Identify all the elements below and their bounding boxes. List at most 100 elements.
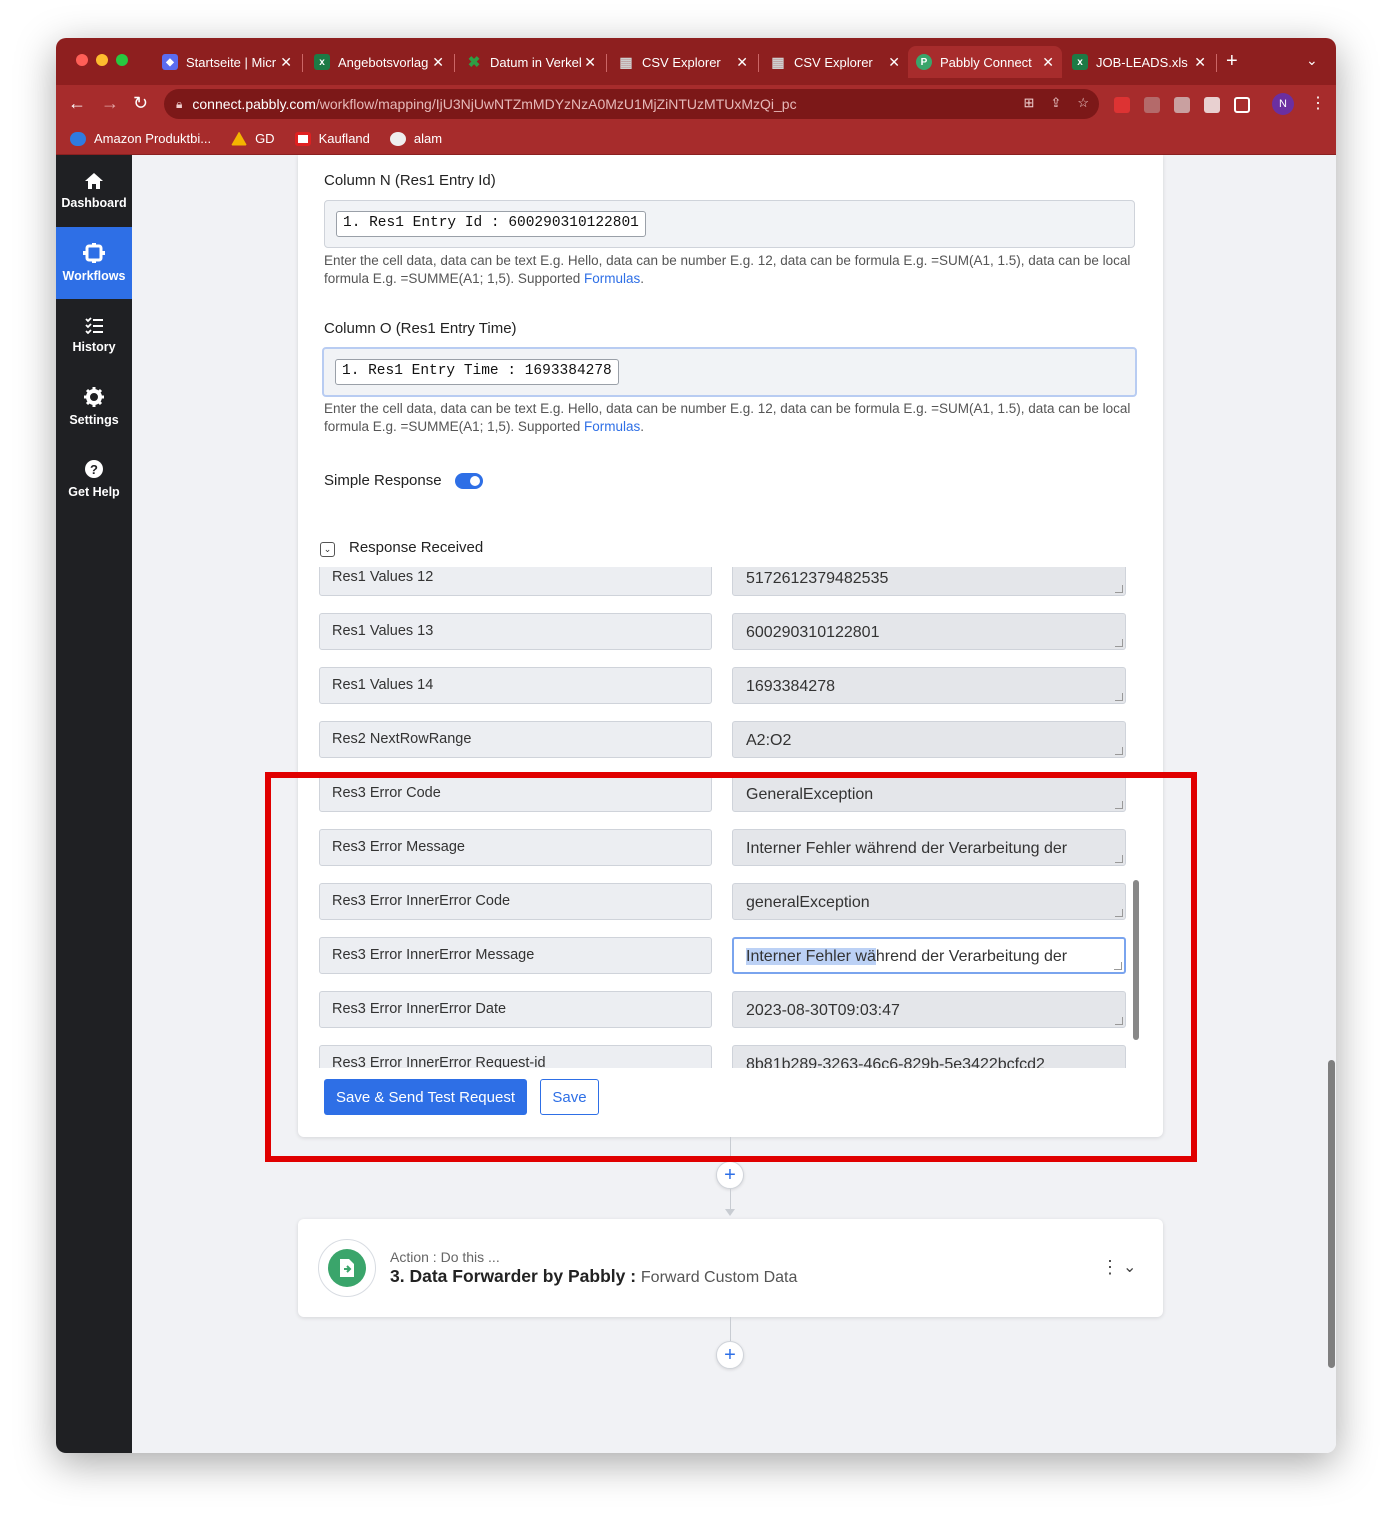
response-scrollbar[interactable] [1133, 880, 1139, 1040]
browser-menu-icon[interactable]: ⋮ [1310, 93, 1326, 113]
response-row: Res3 Error InnerError Request-id 8b81b28… [318, 1045, 1144, 1068]
sidebar-item-history[interactable]: History [56, 299, 132, 371]
bookmark-amazon[interactable]: Amazon Produktbi... [70, 131, 211, 146]
response-value[interactable]: GeneralException [732, 775, 1126, 812]
column-n-token[interactable]: 1. Res1 Entry Id : 600290310122801 [336, 211, 646, 237]
more-options-icon[interactable]: ⋮ [1101, 1257, 1119, 1278]
copilot-icon: ◆ [162, 54, 178, 70]
response-key: Res1 Values 14 [319, 667, 712, 704]
chevron-down-icon[interactable]: ⌄ [1123, 1257, 1136, 1277]
tab-search-chevron-icon[interactable]: ⌄ [1306, 52, 1318, 69]
page-scrollbar[interactable] [1328, 1060, 1335, 1368]
profile-avatar[interactable]: N [1272, 93, 1294, 115]
column-o-label: Column O (Res1 Entry Time) [324, 320, 517, 337]
tab-close-icon[interactable]: ✕ [736, 54, 748, 71]
bookmark-gd[interactable]: GD [231, 131, 275, 146]
response-value[interactable]: Interner Fehler während der Verarbeitung… [732, 829, 1126, 866]
forward-arrow-icon[interactable]: → [101, 93, 119, 114]
response-value[interactable]: 2023-08-30T09:03:47 [732, 991, 1126, 1028]
save-button[interactable]: Save [540, 1079, 599, 1115]
workflow-icon [83, 243, 105, 263]
address-bar[interactable]: 🔒︎ connect.pabbly.com/workflow/mapping/I… [164, 89, 1099, 119]
pabbly-icon: P [916, 54, 932, 70]
response-value[interactable]: 600290310122801 [732, 613, 1126, 650]
tab-close-icon[interactable]: ✕ [584, 54, 596, 71]
bookmark-kaufland[interactable]: Kaufland [294, 131, 370, 146]
tab-pabbly-connect[interactable]: P Pabbly Connect ✕ [908, 46, 1062, 78]
add-step-button[interactable]: + [716, 1161, 744, 1189]
help-icon: ? [85, 460, 103, 478]
response-value[interactable]: generalException [732, 883, 1126, 920]
response-fields[interactable]: Res1 Values 12 5172612379482535 Res1 Val… [318, 567, 1144, 1068]
puzzle-extensions-icon[interactable] [1204, 97, 1220, 113]
formulas-link[interactable]: Formulas [584, 271, 640, 286]
window-controls [76, 54, 128, 66]
new-tab-button[interactable]: + [1226, 50, 1238, 73]
tab-csv-explorer-2[interactable]: ▦ CSV Explorer ✕ [762, 46, 908, 78]
response-key: Res3 Error InnerError Date [319, 991, 712, 1028]
tab-close-icon[interactable]: ✕ [1042, 54, 1054, 71]
recycle-extension-icon[interactable] [1144, 97, 1160, 113]
column-o-token[interactable]: 1. Res1 Entry Time : 1693384278 [335, 359, 619, 385]
response-key: Res3 Error InnerError Message [319, 937, 712, 974]
sidebar-item-dashboard[interactable]: Dashboard [56, 155, 132, 227]
share-icon[interactable]: ⇪ [1050, 95, 1061, 111]
selected-text: Interner Fehler wä [746, 948, 876, 965]
response-row: Res3 Error InnerError Date 2023-08-30T09… [318, 991, 1144, 1029]
response-value-focused[interactable]: Interner Fehler während der Verarbeitung… [732, 937, 1126, 974]
response-row: Res1 Values 14 1693384278 [318, 667, 1144, 705]
response-received-label: Response Received [349, 539, 484, 556]
globe-icon [389, 131, 406, 146]
sidebar-item-settings[interactable]: Settings [56, 371, 132, 443]
response-value[interactable]: 5172612379482535 [732, 567, 1126, 596]
save-send-test-button[interactable]: Save & Send Test Request [324, 1079, 527, 1115]
tab-csv-explorer-1[interactable]: ▦ CSV Explorer ✕ [610, 46, 756, 78]
browser-toolbar: ← → ↻ 🔒︎ connect.pabbly.com/workflow/map… [56, 85, 1336, 123]
translate-icon[interactable]: ⊞ [1024, 95, 1035, 111]
response-row: Res3 Error Message Interner Fehler währe… [318, 829, 1144, 867]
bookmark-alam[interactable]: alam [389, 131, 442, 146]
sidebar-item-get-help[interactable]: ? Get Help [56, 443, 132, 515]
column-o-field[interactable]: 1. Res1 Entry Time : 1693384278 [322, 347, 1137, 397]
back-arrow-icon[interactable]: ← [68, 93, 86, 114]
home-icon [85, 173, 103, 189]
response-key: Res3 Error Message [319, 829, 712, 866]
tab-datum[interactable]: ✖ Datum in Verkel ✕ [458, 46, 604, 78]
simple-response-label: Simple Response [324, 472, 442, 489]
close-window-button[interactable] [76, 54, 88, 66]
action-step-card[interactable]: Action : Do this ... 3. Data Forwarder b… [298, 1219, 1163, 1317]
svg-text:?: ? [90, 462, 98, 477]
response-row: Res3 Error Code GeneralException [318, 775, 1144, 813]
app-sidebar: Dashboard Workflows History Settings ? G… [56, 155, 132, 1453]
side-panel-icon[interactable] [1234, 97, 1250, 113]
tab-close-icon[interactable]: ✕ [280, 54, 292, 71]
response-value[interactable]: 8b81b289-3263-46c6-829b-5e3422bcfcd2 [732, 1045, 1126, 1068]
response-value[interactable]: A2:O2 [732, 721, 1126, 758]
tab-angebotsvorlage[interactable]: x Angebotsvorlag ✕ [306, 46, 452, 78]
collapse-chevron-icon[interactable]: ⌄ [320, 542, 335, 557]
response-row: Res1 Values 13 600290310122801 [318, 613, 1144, 651]
tab-startseite[interactable]: ◆ Startseite | Micr ✕ [154, 46, 300, 78]
minimize-window-button[interactable] [96, 54, 108, 66]
tab-job-leads[interactable]: x JOB-LEADS.xls ✕ [1064, 46, 1214, 78]
add-step-button[interactable]: + [716, 1341, 744, 1369]
extensions-area [1114, 97, 1250, 113]
extension-badge-icon[interactable] [1114, 97, 1130, 113]
history-list-icon [85, 317, 103, 334]
sidebar-item-workflows[interactable]: Workflows [56, 227, 132, 299]
column-n-field[interactable]: 1. Res1 Entry Id : 600290310122801 [324, 200, 1135, 248]
tab-close-icon[interactable]: ✕ [1194, 54, 1206, 71]
response-key: Res3 Error InnerError Code [319, 883, 712, 920]
bookmark-star-icon[interactable]: ☆ [1077, 95, 1089, 111]
formulas-link[interactable]: Formulas [584, 419, 640, 434]
response-value[interactable]: 1693384278 [732, 667, 1126, 704]
reload-icon[interactable]: ↻ [133, 93, 148, 114]
tab-close-icon[interactable]: ✕ [432, 54, 444, 71]
maximize-window-button[interactable] [116, 54, 128, 66]
tab-close-icon[interactable]: ✕ [888, 54, 900, 71]
action-title: 3. Data Forwarder by Pabbly : Forward Cu… [390, 1266, 798, 1286]
simple-response-toggle[interactable] [455, 473, 483, 489]
camera-extension-icon[interactable] [1174, 97, 1190, 113]
response-key: Res3 Error Code [319, 775, 712, 812]
column-o-help: Enter the cell data, data can be text E.… [324, 401, 1131, 434]
